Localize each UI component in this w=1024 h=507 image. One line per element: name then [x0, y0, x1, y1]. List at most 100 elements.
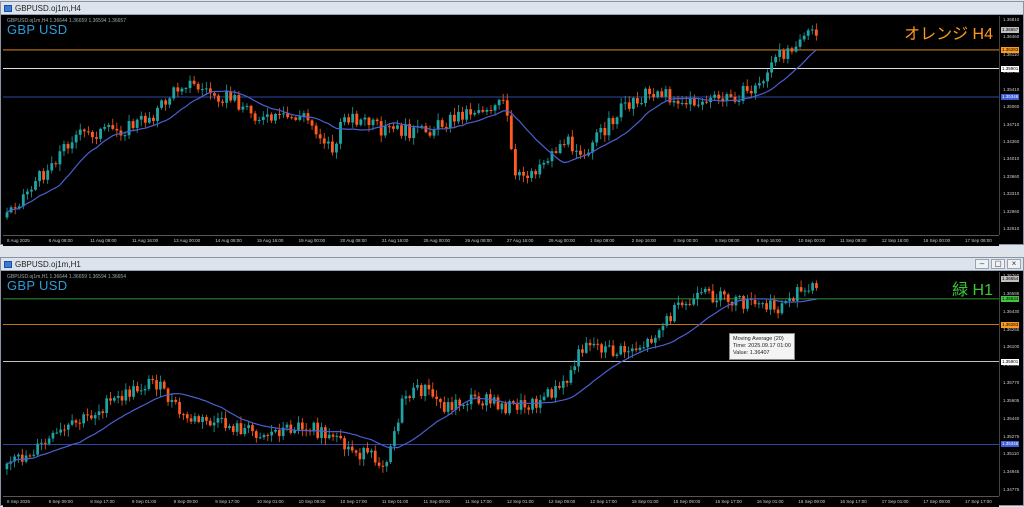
- chart-plot-area[interactable]: GBPUSD.oj1m,H1 1.36644 1.36659 1.36594 1…: [3, 272, 1001, 496]
- time-axis[interactable]: 8 Aug 2025 8 Aug 08:00 11 Aug 08:00 11 Aug …: [3, 235, 999, 246]
- time-tick-label: 15 Aug 16:00: [256, 238, 284, 243]
- time-tick-label: 19 Aug 00:00: [298, 238, 326, 243]
- window-titlebar[interactable]: GBPUSD.oj1m,H4: [1, 2, 1023, 15]
- timeframe-label: オレンジ H4: [904, 26, 993, 43]
- price-axis[interactable]: 1.36810 1.36460 1.36110 1.35760 1.35410 1.350…: [999, 16, 1023, 235]
- time-tick-label: 11 Sep 01:00: [381, 499, 409, 504]
- time-tick-label: 15 Sep 09:00: [673, 499, 701, 504]
- tooltip-line: Value: 1.36407: [733, 350, 770, 356]
- price-tag: 1.36654: [1001, 275, 1020, 282]
- window-controls: – ▢ ×: [975, 259, 1021, 269]
- time-tick-label: 8 Aug 08:00: [48, 238, 73, 243]
- time-tick-label: 11 Sep 09:00: [423, 499, 450, 504]
- window-title: GBPUSD.oj1m,H1: [15, 260, 81, 269]
- candle: [673, 302, 676, 323]
- candle: [508, 399, 511, 416]
- time-tick-label: 15 Sep 17:00: [715, 499, 742, 504]
- time-tick-label: 8 Sep 16:00: [756, 238, 782, 243]
- price-tag: 1.35346: [1001, 441, 1020, 448]
- time-tick-label: 12 Sep 17:00: [590, 499, 617, 504]
- time-tick-label: 8 Aug 2025: [7, 238, 30, 243]
- time-tick-label: 11 Aug 16:00: [131, 238, 159, 243]
- chart-window-h1[interactable]: GBPUSD.oj1m,H1 – ▢ × GBPUSD.oj1m,H1 1.36…: [0, 257, 1024, 507]
- time-tick-label: 10 Sep 01:00: [256, 499, 284, 504]
- time-tick-label: 17 Sep 09:00: [923, 499, 951, 504]
- time-tick-label: 8 Sep 09:00: [48, 499, 73, 504]
- candlestick-chart[interactable]: [3, 272, 1001, 496]
- price-tick-label: 1.35440: [1003, 415, 1020, 421]
- time-tick-label: 17 Sep 17:00: [965, 499, 992, 504]
- time-tick-label: 13 Aug 00:00: [173, 238, 201, 243]
- price-tick-label: 1.35410: [1003, 86, 1020, 92]
- price-tag: 1.36534: [1001, 295, 1020, 302]
- price-tag: 1.35901: [1001, 65, 1020, 72]
- price-tick-label: 1.34360: [1003, 138, 1020, 144]
- price-tag: 1.35901: [1001, 358, 1020, 365]
- time-tick-label: 17 Sep 08:00: [965, 238, 992, 243]
- time-tick-label: 2 Sep 16:00: [631, 238, 657, 243]
- symbol-label: GBP USD: [7, 278, 68, 293]
- time-tick-label: 11 Aug 08:00: [90, 238, 117, 243]
- time-tick-label: 16 Sep 09:00: [798, 499, 826, 504]
- time-tick-label: 9 Sep 01:00: [131, 499, 157, 504]
- chart-plot-area[interactable]: GBPUSD.oj1m,H4 1.36644 1.36659 1.36594 1…: [3, 16, 1001, 235]
- price-axis[interactable]: 1.367601.365951.364301.362651.361001.359…: [999, 272, 1023, 496]
- candle: [389, 443, 392, 465]
- time-tick-label: 14 Aug 08:00: [215, 238, 242, 243]
- time-tick-label: 12 Sep 01:00: [506, 499, 534, 504]
- time-tick-label: 8 Sep 17:00: [90, 499, 115, 504]
- time-tick-label: 26 Aug 08:00: [465, 238, 492, 243]
- chart-window-h4[interactable]: GBPUSD.oj1m,H4 GBPUSD.oj1m,H4 1.36644 1.…: [0, 1, 1024, 246]
- price-tick-label: 1.32610: [1003, 226, 1020, 231]
- time-tick-label: 8 Sep 2025: [7, 499, 31, 504]
- price-tick-label: 1.33660: [1003, 173, 1020, 179]
- window-title: GBPUSD.oj1m,H4: [15, 4, 81, 13]
- candlestick-chart[interactable]: [3, 16, 1001, 235]
- time-tick-label: 12 Sep 16:00: [881, 238, 909, 243]
- moving-average-tooltip: Moving Average (20) Time: 2025.09.17 01:…: [729, 333, 795, 360]
- time-tick-label: 5 Sep 08:00: [715, 238, 740, 243]
- price-tag: 1.35346: [1001, 94, 1020, 101]
- price-tick-label: 1.36810: [1003, 17, 1020, 22]
- price-tick-label: 1.35060: [1003, 104, 1020, 110]
- price-tick-label: 1.33310: [1003, 191, 1020, 197]
- chart-window-icon: [4, 5, 12, 12]
- price-tick-label: 1.34945: [1003, 469, 1020, 475]
- price-tick-label: 1.34010: [1003, 156, 1020, 162]
- price-tick-label: 1.36100: [1003, 344, 1020, 350]
- price-tag: 1.36283: [1001, 321, 1020, 328]
- minimize-button[interactable]: –: [975, 259, 989, 269]
- price-tag: 1.36283: [1001, 46, 1020, 53]
- price-tick-label: 1.36430: [1003, 308, 1020, 314]
- tooltip-line: Time: 2025.09.17 01:00: [733, 343, 791, 349]
- candle: [668, 86, 672, 106]
- time-tick-label: 10 Sep 09:00: [298, 499, 326, 504]
- window-titlebar[interactable]: GBPUSD.oj1m,H1 – ▢ ×: [1, 258, 1023, 271]
- time-tick-label: 27 Aug 16:00: [506, 238, 534, 243]
- time-tick-label: 9 Sep 17:00: [215, 499, 240, 504]
- price-tick-label: 1.35275: [1003, 433, 1020, 439]
- time-tick-label: 11 Sep 08:00: [840, 238, 867, 243]
- time-tick-label: 10 Sep 00:00: [798, 238, 826, 243]
- price-tag: 1.36657: [1001, 27, 1020, 34]
- price-tick-label: 1.36460: [1003, 34, 1020, 40]
- time-tick-label: 16 Sep 00:00: [923, 238, 951, 243]
- candle: [400, 394, 404, 424]
- timeframe-label: 緑 H1: [952, 282, 993, 299]
- chart-window-icon: [4, 261, 12, 268]
- price-tick-label: 1.32960: [1003, 208, 1020, 214]
- time-tick-label: 4 Sep 00:00: [673, 238, 698, 243]
- close-button[interactable]: ×: [1007, 259, 1021, 269]
- price-tick-label: 1.35110: [1003, 451, 1019, 457]
- time-tick-label: 15 Sep 01:00: [631, 499, 659, 504]
- time-tick-label: 11 Sep 17:00: [465, 499, 492, 504]
- time-tick-label: 16 Sep 17:00: [840, 499, 867, 504]
- price-tick-label: 1.34775: [1003, 487, 1020, 492]
- time-tick-label: 17 Sep 01:00: [881, 499, 909, 504]
- maximize-button[interactable]: ▢: [991, 259, 1005, 269]
- time-tick-label: 1 Sep 08:00: [590, 238, 615, 243]
- time-tick-label: 10 Sep 17:00: [340, 499, 367, 504]
- time-axis[interactable]: 8 Sep 2025 8 Sep 09:00 8 Sep 17:00 9 Sep 01…: [3, 496, 999, 507]
- time-tick-label: 12 Sep 09:00: [548, 499, 576, 504]
- symbol-label: GBP USD: [7, 22, 68, 37]
